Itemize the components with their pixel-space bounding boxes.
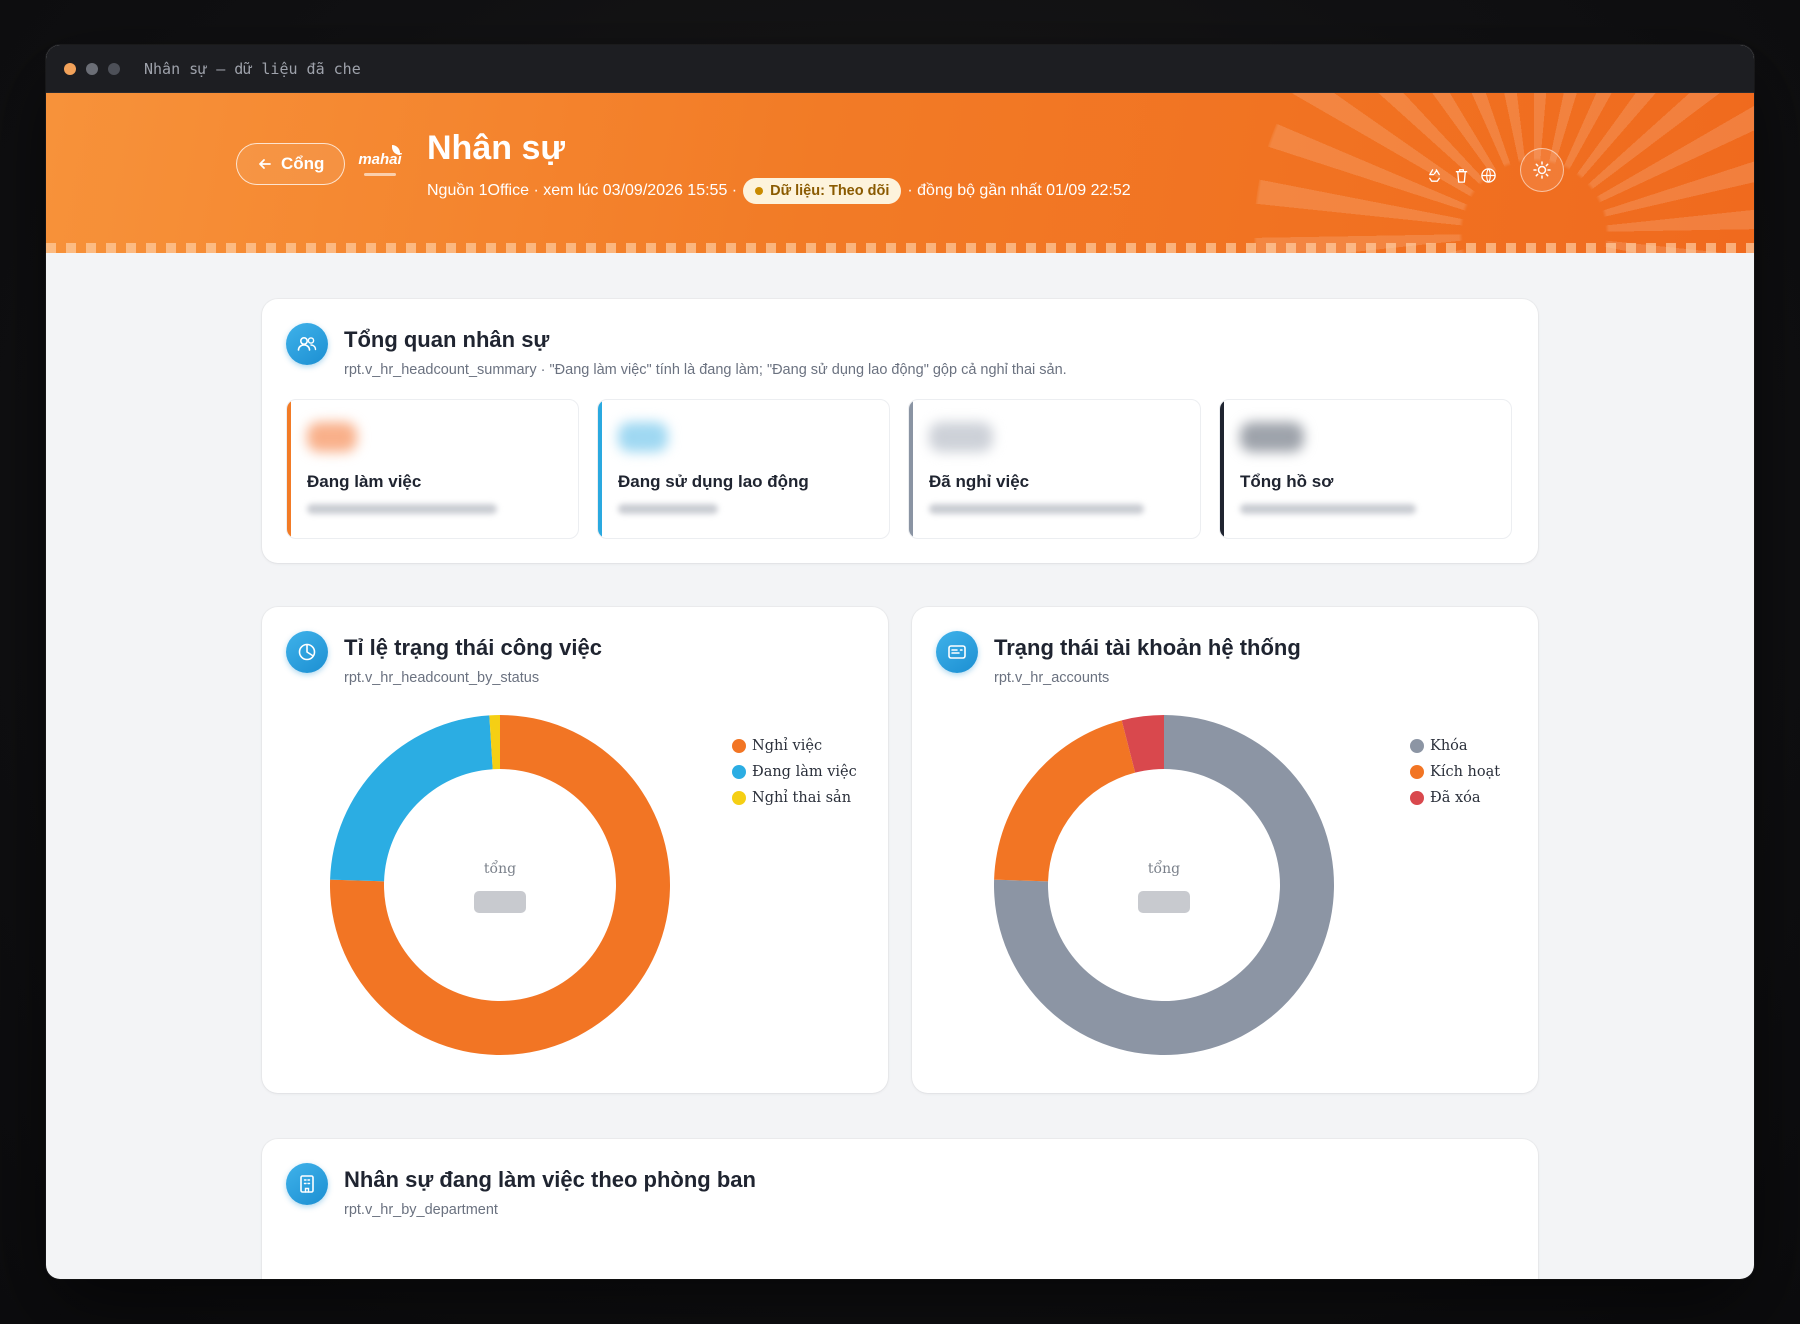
company-logo: mahai <box>358 145 402 179</box>
account-status-title: Trạng thái tài khoản hệ thống <box>994 635 1301 660</box>
header-stripe-decoration <box>46 243 1754 253</box>
stat-label: Đang làm việc <box>307 472 422 491</box>
page-meta: Nguồn 1Office · xem lúc 03/09/2026 15:55… <box>427 178 1131 204</box>
account-status-subtitle: rpt.v_hr_accounts <box>994 670 1110 686</box>
department-title: Nhân sự đang làm việc theo phòng ban <box>344 1167 756 1192</box>
minimize-window-button[interactable] <box>86 62 98 75</box>
maximize-window-button[interactable] <box>108 62 120 75</box>
redacted-value <box>307 422 357 452</box>
stat-accent-bar <box>598 400 602 538</box>
stat-label: Tổng hồ sơ <box>1240 472 1334 491</box>
redacted-detail <box>1240 504 1416 514</box>
pie-icon <box>286 631 328 673</box>
stat-card-resigned[interactable]: Đã nghỉ việc <box>908 399 1201 539</box>
users-icon <box>286 323 328 365</box>
legend-item[interactable]: Đã xóa <box>1410 785 1500 811</box>
redacted-value <box>1240 422 1304 452</box>
stat-accent-bar <box>909 400 913 538</box>
account-status-center-value-redacted <box>1138 891 1190 913</box>
id-card-icon <box>936 631 978 673</box>
close-window-button[interactable] <box>64 62 76 75</box>
building-icon <box>286 1163 328 1205</box>
legend-label: Nghỉ việc <box>752 738 823 754</box>
redacted-detail <box>929 504 1144 514</box>
recycle-icon[interactable] <box>1426 167 1443 184</box>
stat-card-employed[interactable]: Đang sử dụng lao động <box>597 399 890 539</box>
badge-dot-icon <box>755 187 764 195</box>
legend-item[interactable]: Khóa <box>1410 733 1500 759</box>
stat-label: Đã nghỉ việc <box>929 472 1030 491</box>
legend-label: Kích hoạt <box>1430 764 1501 780</box>
legend-item[interactable]: Đang làm việc <box>732 759 857 785</box>
status-ratio-subtitle: rpt.v_hr_headcount_by_status <box>344 670 540 686</box>
account-status-donut[interactable]: tổng <box>994 715 1334 1060</box>
window-title: Nhân sự — dữ liệu đã che <box>144 59 361 78</box>
legend-item[interactable]: Nghỉ việc <box>732 733 857 759</box>
stat-accent-bar <box>287 400 291 538</box>
redacted-detail <box>307 504 497 514</box>
stat-card-total-records[interactable]: Tổng hồ sơ <box>1219 399 1512 539</box>
header-sunburst-decoration <box>1254 93 1754 253</box>
legend-swatch <box>1410 765 1424 779</box>
app-window: Nhân sự — dữ liệu đã che Cổng mahai Nhân… <box>46 45 1754 1279</box>
redacted-value <box>618 422 668 452</box>
data-mode-label: Dữ liệu: Theo dõi <box>770 183 890 199</box>
status-ratio-legend: Nghỉ việc Đang làm việc Nghỉ thai sản <box>732 733 857 811</box>
status-ratio-slice-2[interactable] <box>330 715 493 882</box>
legend-label: Đang làm việc <box>752 764 857 780</box>
legend-label: Khóa <box>1430 738 1468 754</box>
legend-label: Đã xóa <box>1430 790 1481 806</box>
status-ratio-title: Tỉ lệ trạng thái công việc <box>344 635 602 660</box>
meta-source: Nguồn 1Office · xem lúc 03/09/2026 15:55… <box>427 182 738 199</box>
legend-swatch <box>1410 739 1424 753</box>
account-status-legend: Khóa Kích hoạt Đã xóa <box>1410 733 1500 811</box>
legend-item[interactable]: Nghỉ thai sản <box>732 785 857 811</box>
account-status-slice-2[interactable] <box>994 720 1136 882</box>
status-ratio-center-label: tổng <box>484 859 516 877</box>
department-card: Nhân sự đang làm việc theo phòng ban rpt… <box>262 1139 1538 1279</box>
status-ratio-donut[interactable]: tổng <box>330 715 670 1060</box>
header-actions <box>1426 167 1497 184</box>
account-status-center-label: tổng <box>1148 859 1180 877</box>
account-status-card: Trạng thái tài khoản hệ thống rpt.v_hr_a… <box>912 607 1538 1093</box>
stat-card-working[interactable]: Đang làm việc <box>286 399 579 539</box>
page-title: Nhân sự <box>427 129 565 167</box>
overview-subtitle: rpt.v_hr_headcount_summary · "Đang làm v… <box>344 362 1067 378</box>
back-to-portal-button[interactable]: Cổng <box>236 143 346 185</box>
theme-toggle-button[interactable] <box>1520 148 1564 192</box>
sun-icon <box>1533 161 1551 179</box>
department-subtitle: rpt.v_hr_by_department <box>344 1202 498 1218</box>
legend-swatch <box>732 791 746 805</box>
main-content: Tổng quan nhân sự rpt.v_hr_headcount_sum… <box>46 253 1754 1279</box>
overview-title: Tổng quan nhân sự <box>344 327 550 352</box>
redacted-value <box>929 422 993 452</box>
legend-swatch <box>732 765 746 779</box>
overview-card: Tổng quan nhân sự rpt.v_hr_headcount_sum… <box>262 299 1538 563</box>
arrow-left-icon <box>259 159 271 169</box>
legend-swatch <box>1410 791 1424 805</box>
status-ratio-center-value-redacted <box>474 891 526 913</box>
legend-swatch <box>732 739 746 753</box>
status-ratio-card: Tỉ lệ trạng thái công việc rpt.v_hr_head… <box>262 607 888 1093</box>
trash-icon[interactable] <box>1453 167 1470 184</box>
stat-label: Đang sử dụng lao động <box>618 472 809 491</box>
title-bar: Nhân sự — dữ liệu đã che <box>46 45 1754 93</box>
globe-icon[interactable] <box>1480 167 1497 184</box>
data-mode-badge[interactable]: Dữ liệu: Theo dõi <box>743 178 902 204</box>
back-button-label: Cổng <box>281 154 325 173</box>
legend-item[interactable]: Kích hoạt <box>1410 759 1500 785</box>
page-header: Cổng mahai Nhân sự Nguồn 1Office · xem l… <box>46 93 1754 253</box>
redacted-detail <box>618 504 718 514</box>
meta-sync: · đồng bộ gần nhất 01/09 22:52 <box>907 182 1131 199</box>
legend-label: Nghỉ thai sản <box>752 790 852 806</box>
stat-accent-bar <box>1220 400 1224 538</box>
